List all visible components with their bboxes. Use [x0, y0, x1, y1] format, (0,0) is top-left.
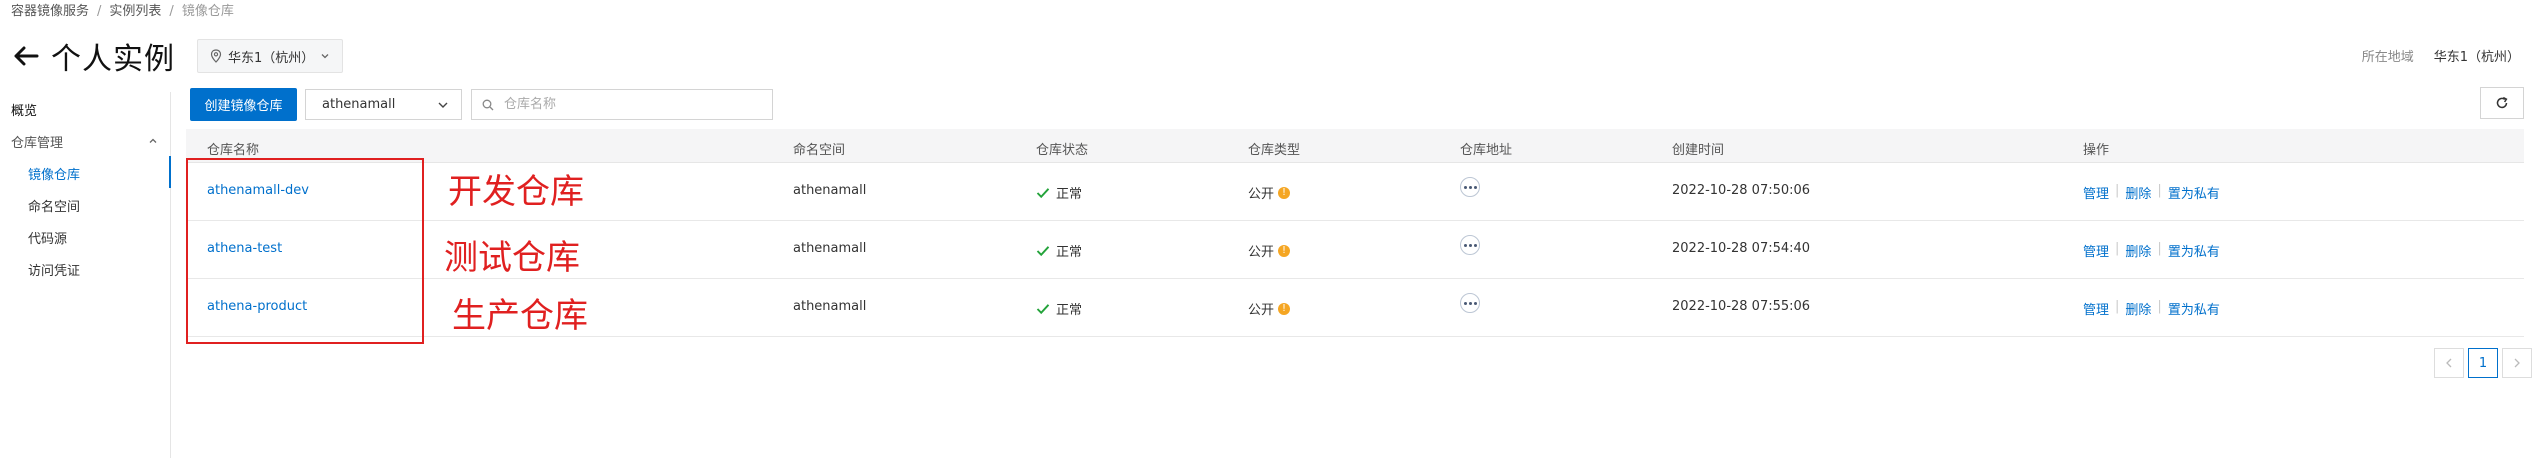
refresh-button[interactable]: [2480, 87, 2524, 119]
title-row: 个人实例 华东1（杭州）: [9, 34, 344, 78]
chevron-down-icon: [321, 54, 329, 59]
more-icon[interactable]: [1460, 235, 1480, 255]
chevron-right-icon: [2514, 358, 2520, 368]
annotation-dev: 开发仓库: [448, 172, 584, 212]
region-label: 所在地域: [2361, 50, 2414, 65]
type-text: 公开: [1248, 187, 1275, 202]
namespace-cell: athenamall: [793, 241, 867, 256]
column-header-status: 仓库状态: [1036, 143, 1089, 158]
manage-link[interactable]: 管理: [2083, 299, 2115, 318]
pagination: 1: [2430, 348, 2532, 378]
next-page-button[interactable]: [2502, 348, 2532, 378]
refresh-icon: [2496, 96, 2508, 109]
sidebar: 概览 仓库管理 镜像仓库 命名空间 代码源 访问凭证: [0, 92, 171, 458]
namespace-cell: athenamall: [793, 183, 867, 198]
namespace-cell: athenamall: [793, 299, 867, 314]
sidebar-group-repo-management[interactable]: 仓库管理: [11, 132, 63, 151]
status-cell: 正常: [1036, 241, 1082, 260]
breadcrumb: 容器镜像服务 / 实例列表 / 镜像仓库: [11, 0, 234, 19]
set-private-link[interactable]: 置为私有: [2162, 299, 2226, 318]
column-header-namespace: 命名空间: [793, 143, 846, 158]
search-input[interactable]: [502, 96, 762, 113]
check-icon: [1036, 303, 1050, 314]
column-header-actions: 操作: [2083, 143, 2110, 158]
location-pin-icon: [210, 49, 222, 63]
sidebar-item-code-source[interactable]: 代码源: [28, 228, 67, 247]
sidebar-item-namespaces[interactable]: 命名空间: [28, 196, 80, 215]
chevron-down-icon: [438, 102, 448, 108]
sidebar-active-indicator: [169, 156, 171, 188]
breadcrumb-item-instances[interactable]: 实例列表: [109, 4, 161, 19]
column-header-address: 仓库地址: [1460, 143, 1513, 158]
column-header-name: 仓库名称: [207, 143, 260, 158]
manage-link[interactable]: 管理: [2083, 183, 2115, 202]
check-icon: [1036, 187, 1050, 198]
sidebar-item-access-credentials[interactable]: 访问凭证: [28, 260, 80, 279]
sidebar-item-repositories[interactable]: 镜像仓库: [28, 164, 80, 183]
column-header-type: 仓库类型: [1248, 143, 1301, 158]
status-cell: 正常: [1036, 183, 1082, 202]
manage-link[interactable]: 管理: [2083, 241, 2115, 260]
breadcrumb-separator: /: [169, 4, 174, 19]
more-icon[interactable]: [1460, 177, 1480, 197]
created-time-cell: 2022-10-28 07:54:40: [1672, 241, 1811, 256]
toolbar: 创建镜像仓库 athenamall: [190, 88, 773, 121]
region-select-value: 华东1（杭州）: [228, 50, 315, 66]
breadcrumb-item-service[interactable]: 容器镜像服务: [11, 4, 89, 19]
chevron-left-icon: [2446, 358, 2452, 368]
actions-cell: 管理 | 删除 | 置为私有: [2083, 183, 2226, 202]
type-cell: 公开 !: [1248, 183, 1291, 202]
info-icon[interactable]: !: [1278, 244, 1291, 257]
column-header-created: 创建时间: [1672, 143, 1725, 158]
annotation-product: 生产仓库: [452, 296, 588, 336]
breadcrumb-separator: /: [97, 4, 102, 19]
status-cell: 正常: [1036, 299, 1082, 318]
status-text: 正常: [1056, 245, 1083, 260]
delete-link[interactable]: 删除: [2119, 183, 2157, 202]
check-icon: [1036, 245, 1050, 256]
status-text: 正常: [1056, 303, 1083, 318]
page-title: 个人实例: [51, 42, 175, 77]
created-time-cell: 2022-10-28 07:55:06: [1672, 299, 1811, 314]
actions-cell: 管理 | 删除 | 置为私有: [2083, 299, 2226, 318]
region-info: 所在地域 华东1（杭州）: [2362, 46, 2520, 65]
namespace-select[interactable]: athenamall: [305, 89, 462, 120]
chevron-up-icon[interactable]: [148, 136, 158, 146]
namespace-select-value: athenamall: [322, 97, 396, 112]
actions-cell: 管理 | 删除 | 置为私有: [2083, 241, 2226, 260]
delete-link[interactable]: 删除: [2119, 241, 2157, 260]
created-time-cell: 2022-10-28 07:50:06: [1672, 183, 1811, 198]
table-header: 仓库名称 命名空间 仓库状态 仓库类型 仓库地址 创建时间 操作: [186, 129, 2524, 163]
search-icon: [482, 99, 494, 110]
sidebar-item-overview[interactable]: 概览: [11, 100, 37, 119]
status-text: 正常: [1056, 187, 1083, 202]
region-value: 华东1（杭州）: [2433, 50, 2520, 65]
region-select[interactable]: 华东1（杭州）: [197, 39, 344, 73]
more-icon[interactable]: [1460, 293, 1480, 313]
create-repository-button[interactable]: 创建镜像仓库: [190, 88, 297, 121]
type-cell: 公开 !: [1248, 241, 1291, 260]
info-icon[interactable]: !: [1278, 186, 1291, 199]
set-private-link[interactable]: 置为私有: [2162, 241, 2226, 260]
info-icon[interactable]: !: [1278, 302, 1291, 315]
type-cell: 公开 !: [1248, 299, 1291, 318]
back-arrow-icon[interactable]: [9, 39, 43, 73]
prev-page-button[interactable]: [2434, 348, 2464, 378]
page-button-current[interactable]: 1: [2468, 348, 2498, 378]
search-box: [471, 89, 773, 120]
type-text: 公开: [1248, 303, 1275, 318]
type-text: 公开: [1248, 245, 1275, 260]
annotation-box: [186, 158, 424, 344]
delete-link[interactable]: 删除: [2119, 299, 2157, 318]
annotation-test: 测试仓库: [444, 238, 580, 278]
breadcrumb-item-current: 镜像仓库: [181, 4, 234, 19]
set-private-link[interactable]: 置为私有: [2162, 183, 2226, 202]
